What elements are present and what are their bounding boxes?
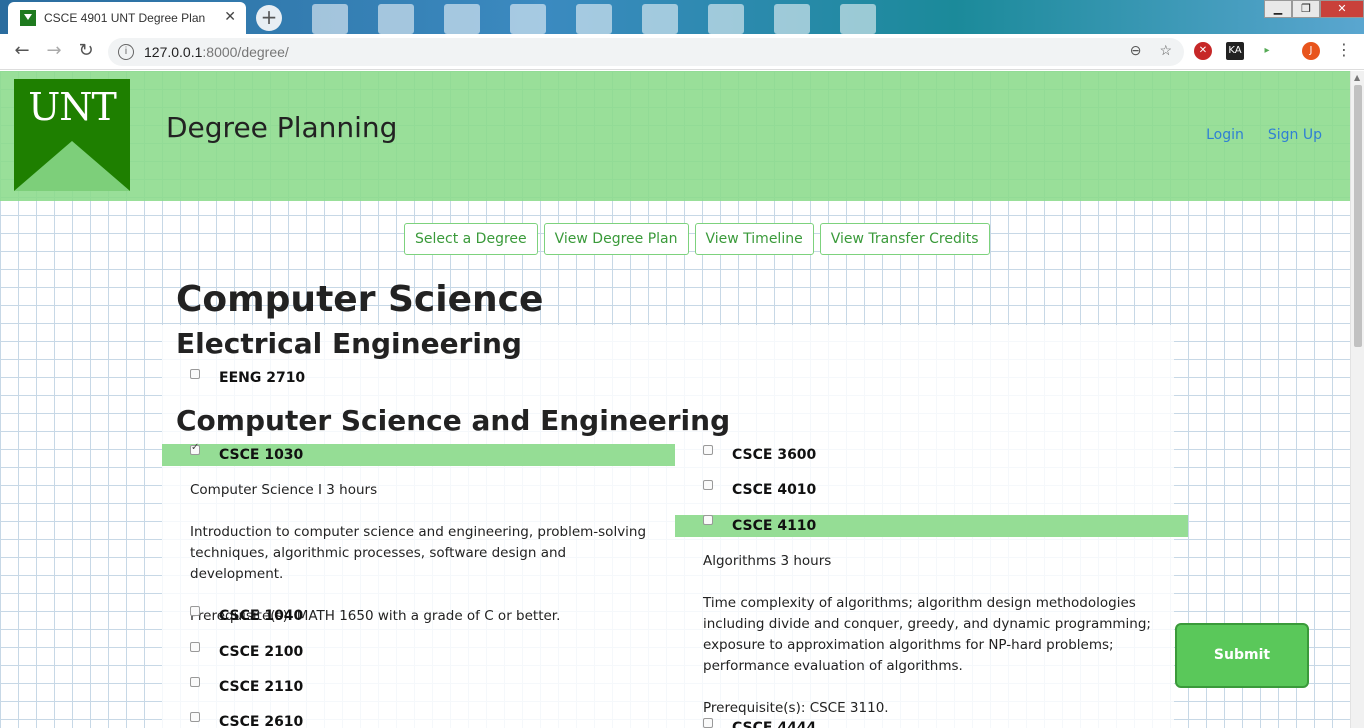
logo-text: UNT — [28, 85, 117, 129]
desktop-icon — [840, 4, 876, 34]
close-window-button[interactable]: ✕ — [1320, 0, 1364, 18]
view-transfer-credits-button[interactable]: View Transfer Credits — [819, 223, 990, 255]
auth-links: Login Sign Up — [1206, 127, 1322, 143]
signup-link[interactable]: Sign Up — [1268, 127, 1322, 143]
site-title: Degree Planning — [166, 111, 398, 144]
course-checkbox[interactable] — [190, 606, 200, 616]
tab-title: CSCE 4901 UNT Degree Plan — [44, 11, 206, 25]
page-scrollbar[interactable]: ▲ — [1350, 71, 1364, 728]
submit-button[interactable]: Submit — [1175, 623, 1309, 688]
page-nav: Select a Degree View Degree Plan View Ti… — [404, 223, 990, 255]
browser-tab[interactable]: CSCE 4901 UNT Degree Plan ✕ — [8, 2, 246, 34]
course-item-csce4010[interactable]: CSCE 4010 — [675, 479, 1188, 501]
bookmark-star-icon[interactable]: ☆ — [1159, 42, 1172, 59]
course-item-csce4444[interactable]: CSCE 4444 — [675, 717, 1188, 728]
course-title-hours: Algorithms 3 hours — [703, 553, 832, 569]
course-code: CSCE 4110 — [732, 518, 817, 534]
course-detail-csce4110: Algorithms 3 hours Time complexity of al… — [703, 551, 1179, 719]
zoom-icon[interactable]: ⊖ — [1130, 42, 1142, 59]
profile-avatar[interactable]: J — [1302, 42, 1320, 60]
desktop-icon — [378, 4, 414, 34]
scrollbar-thumb[interactable] — [1354, 85, 1362, 347]
browser-menu-icon[interactable]: ⋮ — [1332, 40, 1356, 59]
course-code: CSCE 2610 — [219, 714, 304, 728]
tab-close-icon[interactable]: ✕ — [224, 9, 236, 25]
unt-logo[interactable]: UNT — [14, 79, 130, 191]
course-checkbox[interactable] — [703, 515, 713, 525]
back-icon[interactable]: ← — [10, 40, 34, 61]
login-link[interactable]: Login — [1206, 127, 1244, 143]
course-prereq: Prerequisite(s): CSCE 3110. — [703, 700, 889, 716]
course-checkbox[interactable] — [703, 445, 713, 455]
scroll-up-icon[interactable]: ▲ — [1354, 73, 1360, 82]
degree-title: Computer Science — [176, 279, 544, 320]
course-checkbox[interactable] — [703, 718, 713, 728]
page-viewport: UNT Degree Planning Login Sign Up Select… — [0, 71, 1350, 728]
maximize-button[interactable]: ❐ — [1292, 0, 1320, 18]
desktop-icon — [774, 4, 810, 34]
course-checkbox[interactable] — [190, 369, 200, 379]
select-degree-button[interactable]: Select a Degree — [404, 223, 538, 255]
course-code: CSCE 4010 — [732, 482, 817, 498]
window-controls: ▁ ❐ ✕ — [1264, 0, 1364, 18]
desktop-icon — [576, 4, 612, 34]
course-item-csce2610[interactable]: CSCE 2610 — [162, 711, 675, 728]
browser-toolbar: ← → ↻ i 127.0.0.1:8000/degree/ ⊖ ☆ ✕ KA … — [0, 34, 1364, 70]
course-item-csce2100[interactable]: CSCE 2100 — [162, 641, 675, 663]
section-title-ee: Electrical Engineering — [176, 327, 522, 360]
url-path: :8000/degree/ — [202, 44, 289, 60]
course-description: Time complexity of algorithms; algorithm… — [703, 595, 1151, 674]
course-description: Introduction to computer science and eng… — [190, 524, 647, 582]
desktop-icon — [444, 4, 480, 34]
site-info-icon[interactable]: i — [118, 44, 134, 60]
reload-icon[interactable]: ↻ — [74, 40, 98, 61]
course-code: CSCE 1030 — [219, 447, 304, 463]
desktop-icons — [312, 4, 876, 34]
unt-favicon-icon — [20, 10, 36, 26]
course-item-csce4110[interactable]: CSCE 4110 — [675, 515, 1188, 537]
course-item-csce2110[interactable]: CSCE 2110 — [162, 676, 675, 698]
view-degree-plan-button[interactable]: View Degree Plan — [543, 223, 689, 255]
course-code: CSCE 3600 — [732, 447, 817, 463]
site-header: UNT Degree Planning Login Sign Up — [0, 71, 1350, 201]
course-checkbox[interactable] — [190, 642, 200, 652]
course-code: CSCE 1040 — [219, 608, 304, 624]
course-code: CSCE 4444 — [732, 720, 817, 728]
desktop-icon — [708, 4, 744, 34]
course-checkbox[interactable] — [190, 712, 200, 722]
course-item-csce1040[interactable]: CSCE 1040 — [162, 605, 675, 627]
desktop-icon — [642, 4, 678, 34]
new-tab-button[interactable]: + — [256, 5, 282, 31]
course-title-hours: Computer Science I 3 hours — [190, 482, 378, 498]
extension-ka-icon[interactable]: KA — [1226, 42, 1244, 60]
course-item-eeng2710[interactable]: EENG 2710 — [162, 367, 675, 389]
course-item-csce3600[interactable]: CSCE 3600 — [675, 444, 1188, 466]
extension-play-icon[interactable]: ▸ — [1258, 42, 1276, 60]
logo-chevron-icon — [14, 141, 130, 191]
course-code: CSCE 2100 — [219, 644, 304, 660]
course-item-csce1030[interactable]: CSCE 1030 — [162, 442, 675, 466]
course-code: CSCE 2110 — [219, 679, 304, 695]
course-checkbox[interactable] — [703, 480, 713, 490]
course-code: EENG 2710 — [219, 370, 306, 386]
desktop-icon — [312, 4, 348, 34]
extension-block-icon[interactable]: ✕ — [1194, 42, 1212, 60]
forward-icon[interactable]: → — [42, 40, 66, 61]
address-bar[interactable]: i 127.0.0.1:8000/degree/ ⊖ ☆ — [108, 38, 1184, 66]
course-checkbox[interactable] — [190, 677, 200, 687]
browser-tabstrip: CSCE 4901 UNT Degree Plan ✕ + ▁ ❐ ✕ — [0, 0, 1364, 34]
view-timeline-button[interactable]: View Timeline — [694, 223, 814, 255]
url-host: 127.0.0.1 — [144, 44, 203, 60]
section-title-cse: Computer Science and Engineering — [176, 404, 731, 437]
minimize-button[interactable]: ▁ — [1264, 0, 1292, 18]
course-checkbox-checked[interactable] — [190, 442, 200, 455]
desktop-icon — [510, 4, 546, 34]
